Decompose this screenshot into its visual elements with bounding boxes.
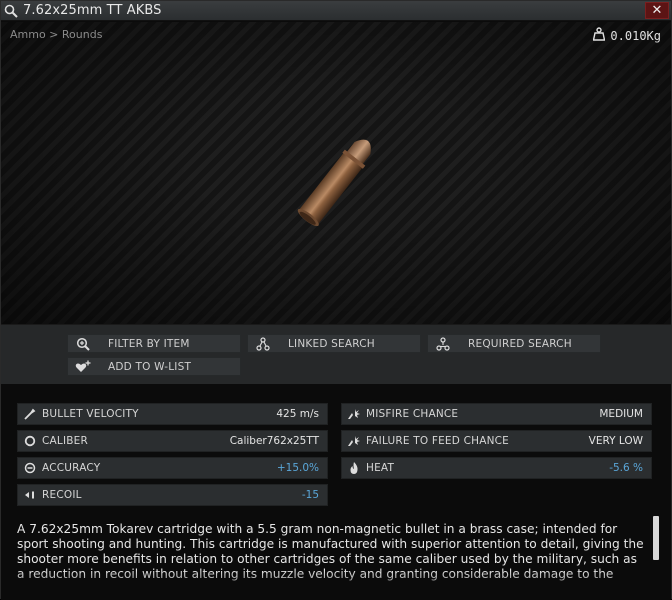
stat-value: -5.6 % bbox=[609, 462, 643, 474]
magnifier-plus-icon bbox=[68, 337, 98, 351]
circle-icon bbox=[18, 435, 42, 447]
item-description[interactable]: A 7.62x25mm Tokarev cartridge with a 5.5… bbox=[1, 512, 671, 600]
bullet-icon bbox=[18, 408, 42, 420]
flame-icon bbox=[342, 461, 366, 475]
crosshair-icon bbox=[18, 462, 42, 474]
filter-by-item-label: FILTER BY ITEM bbox=[108, 337, 190, 350]
description-scrollbar[interactable] bbox=[653, 516, 659, 560]
stat-name: CALIBER bbox=[42, 435, 88, 447]
action-bar: FILTER BY ITEM LINKED SEARCH REQUIRED SE… bbox=[1, 324, 671, 384]
stat-value: -15 bbox=[301, 489, 319, 501]
bullet-cartridge-image bbox=[297, 139, 371, 227]
weight-icon bbox=[593, 26, 606, 45]
stat-name: ACCURACY bbox=[42, 462, 101, 474]
recoil-icon bbox=[18, 489, 42, 501]
stat-caliber: CALIBER Caliber762x25TT bbox=[17, 430, 328, 452]
title-bar[interactable]: 7.62x25mm TT AKBS ✕ bbox=[1, 1, 671, 21]
stat-failure-to-feed-chance: FAILURE TO FEED CHANCE VERY LOW bbox=[341, 430, 652, 452]
add-to-wishlist-label: ADD TO W-LIST bbox=[108, 360, 192, 373]
stat-recoil: RECOIL -15 bbox=[17, 484, 328, 506]
misfire-icon bbox=[342, 408, 366, 420]
stat-misfire-chance: MISFIRE CHANCE MEDIUM bbox=[341, 403, 652, 425]
stat-name: BULLET VELOCITY bbox=[42, 408, 139, 420]
required-search-button[interactable]: REQUIRED SEARCH bbox=[427, 334, 601, 353]
linked-nodes-icon bbox=[248, 336, 278, 351]
close-icon: ✕ bbox=[651, 3, 663, 18]
item-inspect-window: 7.62x25mm TT AKBS ✕ Ammo > Rounds 0.010K… bbox=[0, 0, 672, 600]
stat-value: VERY LOW bbox=[588, 435, 643, 447]
breadcrumb: Ammo > Rounds bbox=[10, 28, 103, 41]
stat-name: MISFIRE CHANCE bbox=[366, 408, 459, 420]
stat-value: Caliber762x25TT bbox=[229, 435, 319, 447]
stat-name: FAILURE TO FEED CHANCE bbox=[366, 435, 510, 447]
linked-search-label: LINKED SEARCH bbox=[288, 337, 375, 350]
window-title: 7.62x25mm TT AKBS bbox=[23, 3, 162, 18]
required-nodes-icon bbox=[428, 336, 458, 351]
magnifier-icon bbox=[1, 1, 21, 21]
stat-name: HEAT bbox=[366, 462, 395, 474]
item-preview: Ammo > Rounds 0.010Kg bbox=[1, 22, 671, 324]
stats-panel: BULLET VELOCITY 425 m/s CALIBER Caliber7… bbox=[1, 384, 671, 512]
stat-value: +15.0% bbox=[276, 462, 319, 474]
stat-value: 425 m/s bbox=[276, 408, 319, 420]
close-button[interactable]: ✕ bbox=[645, 2, 669, 19]
required-search-label: REQUIRED SEARCH bbox=[468, 337, 572, 350]
stat-heat: HEAT -5.6 % bbox=[341, 457, 652, 479]
linked-search-button[interactable]: LINKED SEARCH bbox=[247, 334, 421, 353]
description-fade bbox=[1, 570, 671, 600]
weight-indicator: 0.010Kg bbox=[593, 26, 661, 45]
filter-by-item-button[interactable]: FILTER BY ITEM bbox=[67, 334, 241, 353]
stat-accuracy: ACCURACY +15.0% bbox=[17, 457, 328, 479]
stat-value: MEDIUM bbox=[599, 408, 643, 420]
stat-bullet-velocity: BULLET VELOCITY 425 m/s bbox=[17, 403, 328, 425]
weight-value: 0.010Kg bbox=[610, 28, 661, 43]
misfire-icon bbox=[342, 435, 366, 447]
stat-name: RECOIL bbox=[42, 489, 82, 501]
heart-plus-icon bbox=[68, 360, 98, 374]
add-to-wishlist-button[interactable]: ADD TO W-LIST bbox=[67, 357, 241, 376]
